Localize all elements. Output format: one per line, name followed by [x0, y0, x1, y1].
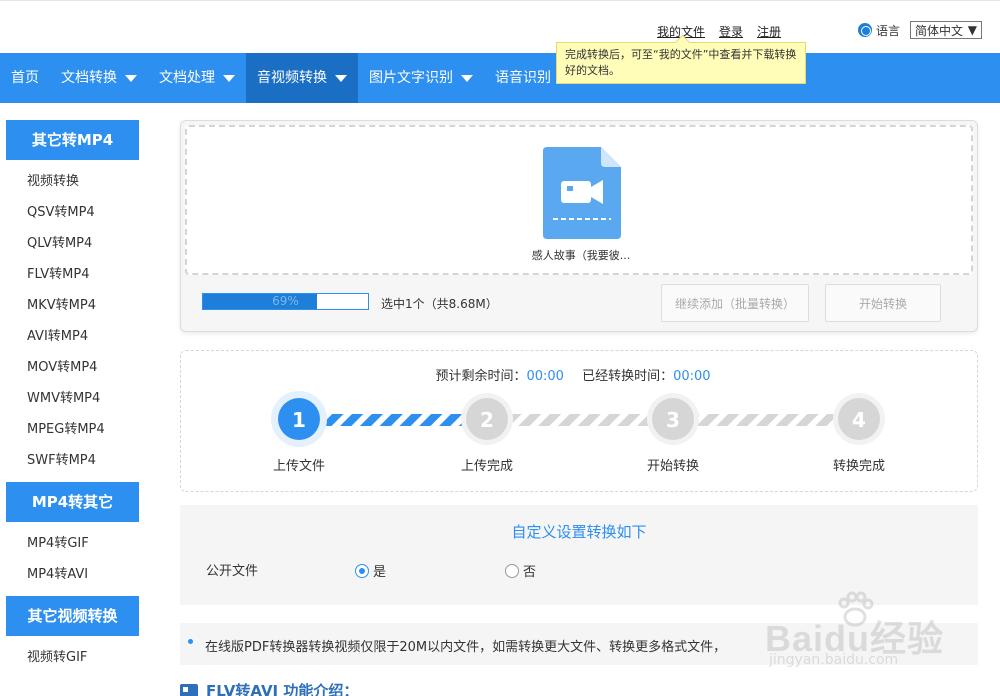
sidebar-item[interactable]: MPEG转MP4	[27, 414, 139, 445]
sidebar-item[interactable]: 视频转GIF	[27, 642, 139, 673]
top-links: 我的文件 登录 注册	[657, 23, 781, 40]
upload-panel: 感人故事（我要彼... 69% 选中1个（共8.68M） 继续添加（批量转换） …	[180, 120, 978, 332]
nav-item-doc-process[interactable]: 文档处理	[148, 53, 246, 103]
public-no-radio[interactable]: 否	[505, 561, 536, 580]
sidebar-group-list: 视频转GIF	[6, 636, 139, 679]
step-number: 4	[852, 408, 866, 432]
start-convert-button[interactable]: 开始转换	[825, 284, 941, 322]
radio-checked-icon	[355, 563, 369, 578]
caret-down-icon	[335, 74, 347, 82]
my-files-tooltip: 完成转换后，可至“我的文件”中查看并下载转换好的文档。	[556, 42, 806, 84]
sidebar-item[interactable]: FLV转MP4	[27, 259, 139, 290]
register-link[interactable]: 注册	[757, 23, 781, 40]
language-select[interactable]: 简体中文 ▼	[910, 21, 983, 39]
step-number: 1	[292, 408, 306, 432]
top-bar: 我的文件 登录 注册 语言 简体中文 ▼	[0, 0, 1000, 53]
step-connector	[487, 414, 673, 426]
remaining-value: 00:00	[526, 369, 564, 384]
globe-icon	[858, 23, 872, 37]
watermark-url: jingyan.baidu.com	[769, 652, 899, 668]
public-yes-radio[interactable]: 是	[355, 561, 386, 580]
sidebar-item[interactable]: AVI转MP4	[27, 321, 139, 352]
upload-dropzone[interactable]: 感人故事（我要彼...	[185, 125, 973, 275]
public-file-label: 公开文件	[206, 564, 259, 579]
sidebar-item[interactable]: WMV转MP4	[27, 383, 139, 414]
elapsed-label: 已经转换时间：	[582, 369, 674, 384]
file-name: 感人故事（我要彼...	[531, 249, 631, 262]
nav-item-home[interactable]: 首页	[0, 53, 50, 103]
sidebar-item[interactable]: MP4转GIF	[27, 528, 139, 559]
radio-unchecked-icon	[505, 563, 519, 578]
nav-label: 图片文字识别	[369, 70, 453, 86]
step-label-upload: 上传文件	[272, 459, 325, 474]
caret-down-icon	[461, 74, 473, 82]
nav-item-ocr[interactable]: 图片文字识别	[358, 53, 484, 103]
sidebar-item[interactable]: 视频转换	[27, 166, 139, 197]
sidebar-item[interactable]: SWF转MP4	[27, 445, 139, 476]
sidebar-group-title: MP4转其它	[6, 482, 139, 522]
selected-info: 选中1个（共8.68M）	[381, 297, 498, 311]
step-label-done: 转换完成	[832, 459, 885, 474]
sidebar-group-title: 其它转MP4	[6, 120, 139, 160]
elapsed-value: 00:00	[673, 369, 711, 384]
steps-track: 1 2 3 4	[271, 391, 885, 447]
sidebar-item[interactable]: QLV转MP4	[27, 228, 139, 259]
caret-down-icon	[223, 74, 235, 82]
continue-add-button[interactable]: 继续添加（批量转换）	[661, 284, 809, 322]
sidebar-group-list: MP4转GIF MP4转AVI	[6, 522, 139, 596]
nav-label: 文档处理	[159, 70, 215, 86]
intro-heading: FLV转AVI 功能介绍：	[180, 680, 358, 696]
step-circle-4: 4	[833, 393, 885, 445]
steps-panel: 预计剩余时间：00:00 已经转换时间：00:00 1 2 3 4 上传文件 上…	[180, 350, 978, 492]
language-label: 语言	[876, 23, 901, 38]
login-link[interactable]: 登录	[719, 23, 743, 40]
sidebar-item[interactable]: QSV转MP4	[27, 197, 139, 228]
video-file-icon	[543, 147, 621, 239]
settings-title: 自定义设置转换如下	[511, 523, 647, 541]
baidu-watermark: Baidu经验 jingyan.baidu.com	[765, 590, 995, 680]
progress-text: 69%	[272, 294, 299, 308]
sidebar-item[interactable]: MP4转AVI	[27, 559, 139, 590]
info-card-icon	[180, 683, 198, 696]
radio-label: 是	[373, 565, 387, 580]
nav-item-av-convert[interactable]: 音视频转换	[246, 53, 358, 103]
nav-label: 文档转换	[61, 70, 117, 86]
caret-down-icon	[125, 74, 137, 82]
step-circle-3: 3	[647, 393, 699, 445]
main-nav: 首页 文档转换 文档处理 音视频转换 图片文字识别 语音识别	[0, 53, 1000, 103]
nav-label: 首页	[11, 70, 39, 86]
nav-item-doc-convert[interactable]: 文档转换	[50, 53, 148, 103]
language-switcher: 语言 简体中文 ▼	[858, 21, 983, 39]
language-value: 简体中文	[915, 23, 964, 38]
step-number: 2	[480, 408, 494, 432]
sidebar-item[interactable]: MKV转MP4	[27, 290, 139, 321]
sidebar: 其它转MP4 视频转换 QSV转MP4 QLV转MP4 FLV转MP4 MKV转…	[6, 120, 139, 679]
intro-title: FLV转AVI 功能介绍：	[206, 682, 359, 696]
radio-label: 否	[523, 565, 537, 580]
sidebar-item[interactable]: MOV转MP4	[27, 352, 139, 383]
nav-label: 音视频转换	[257, 70, 327, 86]
notice-text: 在线版PDF转换器转换视频仅限于20M以内文件，如需转换更大文件、转换更多格式文…	[205, 640, 727, 655]
bullet-icon	[188, 639, 193, 644]
chevron-down-icon: ▼	[967, 23, 978, 37]
step-connector	[673, 414, 859, 426]
step-label-converting: 开始转换	[646, 459, 699, 474]
step-number: 3	[666, 408, 680, 432]
step-label-uploaded: 上传完成	[460, 459, 513, 474]
remaining-label: 预计剩余时间：	[435, 369, 527, 384]
nav-label: 语音识别	[495, 70, 551, 86]
tooltip-text: 完成转换后，可至“我的文件”中查看并下载转换好的文档。	[565, 48, 797, 77]
sidebar-group-title: 其它视频转换	[6, 596, 139, 636]
step-circle-2: 2	[461, 393, 513, 445]
upload-progress-bar: 69%	[202, 293, 369, 310]
sidebar-group-list: 视频转换 QSV转MP4 QLV转MP4 FLV转MP4 MKV转MP4 AVI…	[6, 160, 139, 482]
timeline-info: 预计剩余时间：00:00 已经转换时间：00:00	[181, 365, 979, 384]
step-circle-1: 1	[271, 391, 327, 447]
